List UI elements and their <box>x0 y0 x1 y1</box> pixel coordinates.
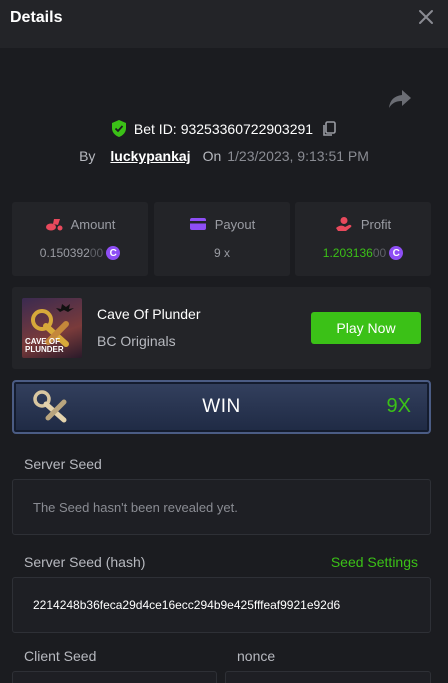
by-label: By <box>79 148 96 164</box>
result-label: WIN <box>202 396 241 417</box>
bet-id-row: Bet ID: 93253360722903291 <box>0 120 448 137</box>
coin-icon: C <box>106 246 121 260</box>
server-seed-label: Server Seed <box>24 456 102 472</box>
thumbnail-caption: CAVE OF PLUNDER <box>25 338 64 354</box>
result-banner: WIN 9X <box>12 380 431 434</box>
on-label: On <box>202 148 222 164</box>
server-hash-box[interactable]: 2214248b36feca29d4ce16ecc294b9e425fffeaf… <box>12 577 431 633</box>
bet-author-row: By luckypankaj On 1/23/2023, 9:13:51 PM <box>0 148 448 164</box>
server-seed-box: The Seed hasn't been revealed yet. <box>12 479 431 535</box>
play-now-button[interactable]: Play Now <box>311 312 421 344</box>
header-bar: Details <box>0 0 448 48</box>
amount-stat: Amount 0.150392 00 C <box>12 202 148 276</box>
amount-icon <box>45 219 63 231</box>
amount-value: 0.150392 <box>39 246 90 260</box>
amount-value-trailing: 00 <box>89 246 104 260</box>
page-title: Details <box>10 9 63 26</box>
server-hash-value: 2214248b36feca29d4ce16ecc294b9e425fffeaf… <box>33 598 341 612</box>
bet-id-value: 93253360722903291 <box>180 120 314 137</box>
server-hash-label: Server Seed (hash) <box>24 554 146 570</box>
profit-label: Profit <box>360 216 392 232</box>
profit-value: 1.203136 <box>322 246 373 260</box>
seed-settings-link[interactable]: Seed Settings <box>331 554 418 570</box>
payout-label: Payout <box>214 216 256 232</box>
copy-icon[interactable] <box>321 120 337 137</box>
close-icon[interactable] <box>416 7 436 27</box>
bet-id-label: Bet ID: <box>133 120 177 137</box>
game-provider: BC Originals <box>97 333 176 349</box>
profit-icon <box>335 217 352 231</box>
coin-icon: C <box>389 246 404 260</box>
result-multiplier: 9X <box>386 395 411 417</box>
client-seed-label: Client Seed <box>24 648 97 664</box>
game-thumbnail[interactable]: CAVE OF PLUNDER <box>22 298 82 358</box>
profit-stat: Profit 1.203136 00 C <box>295 202 431 276</box>
thumbnail-caption-line2: PLUNDER <box>25 345 64 354</box>
amount-label: Amount <box>70 216 116 232</box>
bet-date: 1/23/2023, 9:13:51 PM <box>227 148 369 164</box>
shield-check-icon <box>111 120 126 137</box>
game-card: CAVE OF PLUNDER Cave Of Plunder BC Origi… <box>12 287 431 369</box>
client-seed-box[interactable] <box>12 671 217 683</box>
profit-value-trailing: 00 <box>372 246 387 260</box>
payout-stat: Payout 9 x <box>154 202 290 276</box>
share-icon[interactable] <box>388 88 412 110</box>
game-name[interactable]: Cave Of Plunder <box>97 306 201 322</box>
username-link[interactable]: luckypankaj <box>110 148 190 164</box>
nonce-label: nonce <box>237 648 276 664</box>
payout-value: 9 x <box>213 246 230 260</box>
nonce-box[interactable] <box>225 671 431 683</box>
payout-card-icon <box>189 218 206 230</box>
server-seed-value: The Seed hasn't been revealed yet. <box>33 500 238 515</box>
